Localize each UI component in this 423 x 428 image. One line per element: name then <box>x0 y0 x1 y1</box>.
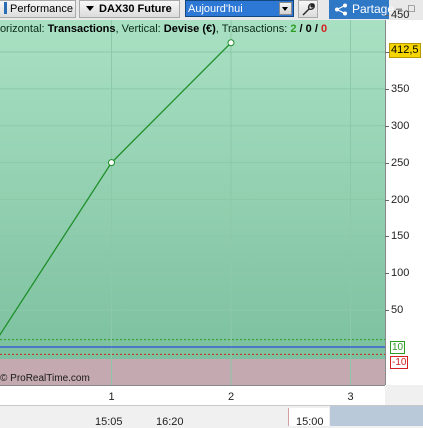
y-tick-label: 150 <box>391 230 410 243</box>
performance-button[interactable]: Performance <box>0 0 76 18</box>
y-tick-label: 250 <box>391 156 410 169</box>
level-positive-label: 10 <box>390 341 406 354</box>
x-tick-label: 1 <box>108 391 115 403</box>
y-tick-mark <box>385 162 389 164</box>
instrument-dropdown[interactable]: DAX30 Future <box>79 0 180 18</box>
share-button[interactable]: Partage <box>329 0 394 19</box>
settings-button[interactable] <box>298 0 318 18</box>
y-tick-label: 200 <box>391 193 410 206</box>
header-horizontal-prefix: Horizontal: <box>0 23 45 35</box>
x-axis[interactable] <box>0 385 385 405</box>
period-select[interactable]: Aujourd'hui <box>185 0 294 17</box>
y-tick-mark <box>385 15 389 17</box>
header-transactions-prefix: , Transactions: <box>215 23 291 35</box>
y-tick-mark <box>385 88 389 90</box>
wrench-icon <box>302 3 315 16</box>
instrument-label: DAX30 Future <box>99 3 172 15</box>
time-label: 15:05 <box>95 416 123 428</box>
y-tick-label: 100 <box>391 267 410 280</box>
time-strip-panel <box>330 406 423 426</box>
equity-chart <box>0 20 385 385</box>
period-select-value: Aujourd'hui <box>188 3 243 15</box>
share-icon <box>335 3 347 16</box>
y-tick-label: 300 <box>391 119 410 132</box>
watermark: © ProRealTime.com <box>0 373 90 384</box>
header-vertical-value: Devise (€) <box>163 23 216 35</box>
y-tick-mark <box>385 199 389 201</box>
x-tick-label: 2 <box>228 391 235 403</box>
time-label: 16:20 <box>156 416 184 428</box>
y-tick-label: 450 <box>391 9 410 22</box>
period-dropdown-arrow-icon[interactable] <box>279 2 292 15</box>
y-tick-mark <box>385 273 389 275</box>
last-value-badge: 412,5 <box>389 43 421 58</box>
data-point <box>227 39 235 47</box>
chevron-down-icon <box>86 6 94 11</box>
chart-header: Horizontal: Transactions, Vertical: Devi… <box>0 23 327 35</box>
y-tick-label: 50 <box>391 304 404 317</box>
toolbar: Performance DAX30 Future Aujourd'hui Par… <box>0 0 423 21</box>
losing-count: 0 <box>320 23 328 35</box>
share-label: Partage <box>352 2 395 16</box>
y-tick-label: 350 <box>391 82 410 95</box>
header-sep: / <box>296 23 306 35</box>
data-point <box>108 159 115 167</box>
performance-label: Performance <box>10 3 73 15</box>
level-negative-label: -10 <box>390 356 409 369</box>
y-tick-mark <box>385 236 389 238</box>
header-horizontal-value: Transactions <box>47 23 116 35</box>
performance-icon <box>4 2 7 14</box>
time-label: 15:00 <box>296 416 324 428</box>
header-sep: / <box>311 23 321 35</box>
y-tick-mark <box>385 310 389 312</box>
header-vertical-prefix: , Vertical: <box>115 23 164 35</box>
y-tick-mark <box>385 125 389 127</box>
x-tick-label: 3 <box>347 391 354 403</box>
